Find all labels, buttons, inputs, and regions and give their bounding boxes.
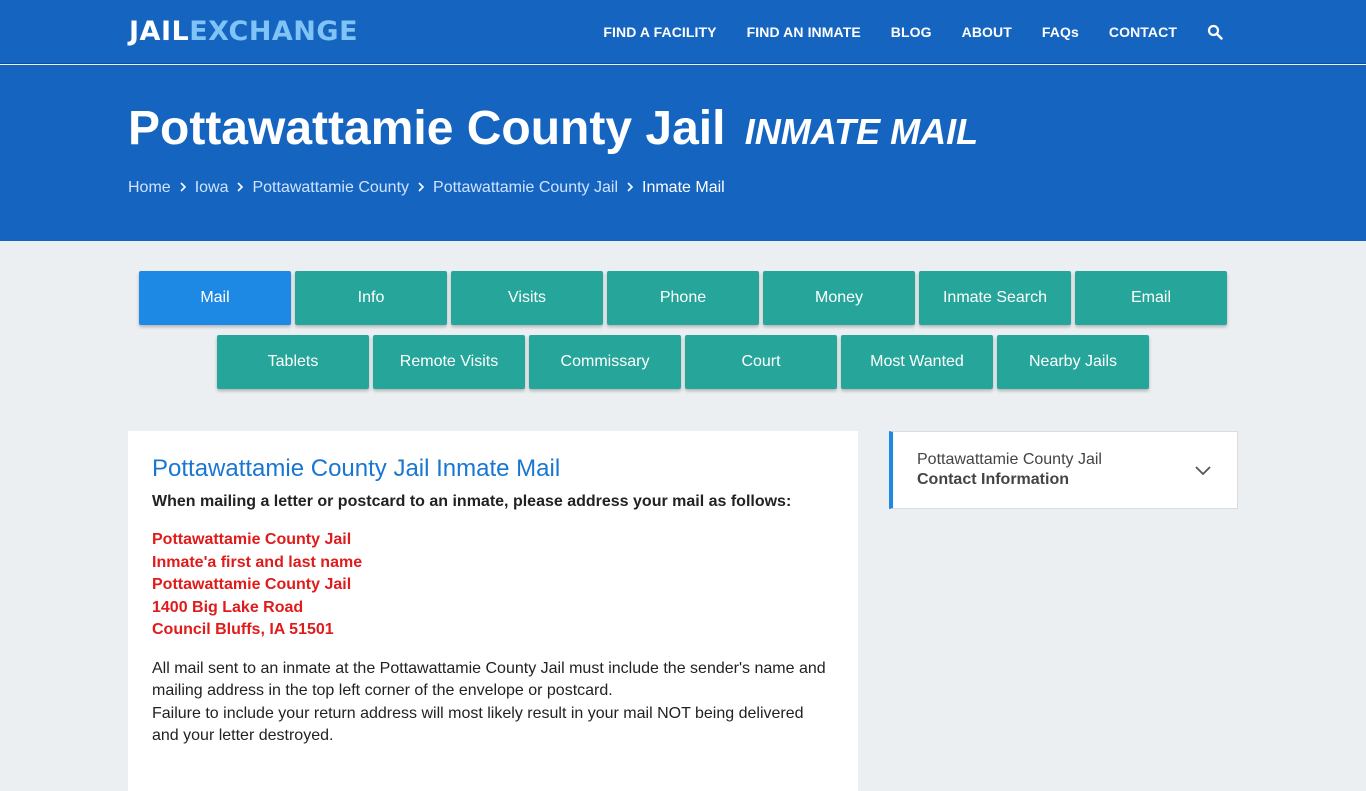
address-line: 1400 Big Lake Road	[152, 598, 304, 616]
section-tabs-row-1: Mail Info Visits Phone Money Inmate Sear…	[0, 271, 1366, 325]
section-tabs-row-2: Tablets Remote Visits Commissary Court M…	[0, 335, 1366, 389]
mail-rules-paragraph: All mail sent to an inmate at the Pottaw…	[152, 659, 826, 700]
breadcrumb-jail[interactable]: Pottawattamie County Jail	[433, 179, 618, 197]
address-line: Pottawattamie County Jail	[152, 531, 352, 548]
nav-faqs[interactable]: FAQs	[1042, 24, 1079, 40]
tab-money[interactable]: Money	[763, 271, 915, 325]
search-icon[interactable]	[1207, 24, 1223, 40]
nav-blog[interactable]: BLOG	[891, 24, 932, 40]
breadcrumb-county[interactable]: Pottawattamie County	[252, 179, 409, 197]
page-title: Pottawattamie County Jail INMATE MAIL	[128, 101, 978, 156]
nav-find-inmate[interactable]: FIND AN INMATE	[747, 24, 861, 40]
address-line: Inmate'a first and last name	[152, 553, 363, 571]
logo-part-jail: JAIL	[129, 16, 190, 47]
tab-tablets[interactable]: Tablets	[217, 335, 369, 389]
tab-remote-visits[interactable]: Remote Visits	[373, 335, 525, 389]
chevron-down-icon[interactable]	[1193, 460, 1213, 480]
content-heading: Pottawattamie County Jail Inmate Mail	[152, 455, 561, 482]
nav-find-facility[interactable]: FIND A FACILITY	[603, 24, 716, 40]
breadcrumb-home[interactable]: Home	[128, 179, 171, 197]
tab-visits[interactable]: Visits	[451, 271, 603, 325]
nav-about[interactable]: ABOUT	[962, 24, 1012, 40]
tab-email[interactable]: Email	[1075, 271, 1227, 325]
contact-info-accordion[interactable]: Pottawattamie County Jail Contact Inform…	[889, 431, 1238, 509]
main-nav: FIND A FACILITY FIND AN INMATE BLOG ABOU…	[573, 0, 1223, 64]
tab-inmate-search[interactable]: Inmate Search	[919, 271, 1071, 325]
return-address-warning: Failure to include your return address w…	[152, 704, 804, 745]
accordion-facility-name: Pottawattamie County Jail	[917, 451, 1102, 468]
tab-info[interactable]: Info	[295, 271, 447, 325]
tab-court[interactable]: Court	[685, 335, 837, 389]
top-nav-bar: JAILEXCHANGE FIND A FACILITY FIND AN INM…	[0, 0, 1366, 64]
tab-commissary[interactable]: Commissary	[529, 335, 681, 389]
tab-phone[interactable]: Phone	[607, 271, 759, 325]
chevron-right-icon	[171, 179, 195, 197]
page-title-sub: INMATE MAIL	[744, 111, 979, 152]
breadcrumb: Home Iowa Pottawattamie County Pottawatt…	[128, 179, 725, 197]
mail-info-card: Pottawattamie County Jail Inmate Mail Wh…	[128, 431, 858, 791]
chevron-right-icon	[228, 179, 252, 197]
logo-part-exchange: EXCHANGE	[189, 16, 359, 47]
address-line: Council Bluffs, IA 51501	[152, 621, 334, 638]
address-line: Pottawattamie County Jail	[152, 576, 352, 593]
tab-nearby-jails[interactable]: Nearby Jails	[997, 335, 1149, 389]
site-logo[interactable]: JAILEXCHANGE	[129, 16, 358, 47]
mail-instructions-lead: When mailing a letter or postcard to an …	[152, 493, 792, 510]
chevron-right-icon	[618, 179, 642, 197]
accordion-title: Contact Information	[917, 471, 1069, 488]
nav-contact[interactable]: CONTACT	[1109, 24, 1177, 40]
page-title-main: Pottawattamie County Jail	[128, 102, 726, 155]
tab-mail[interactable]: Mail	[139, 271, 291, 325]
chevron-right-icon	[409, 179, 433, 197]
breadcrumb-current: Inmate Mail	[642, 179, 725, 196]
tab-most-wanted[interactable]: Most Wanted	[841, 335, 993, 389]
breadcrumb-state[interactable]: Iowa	[195, 179, 229, 197]
hero-banner: Pottawattamie County Jail INMATE MAIL Ho…	[0, 65, 1366, 241]
mailing-address: Pottawattamie County Jail Inmate'a first…	[152, 529, 834, 642]
